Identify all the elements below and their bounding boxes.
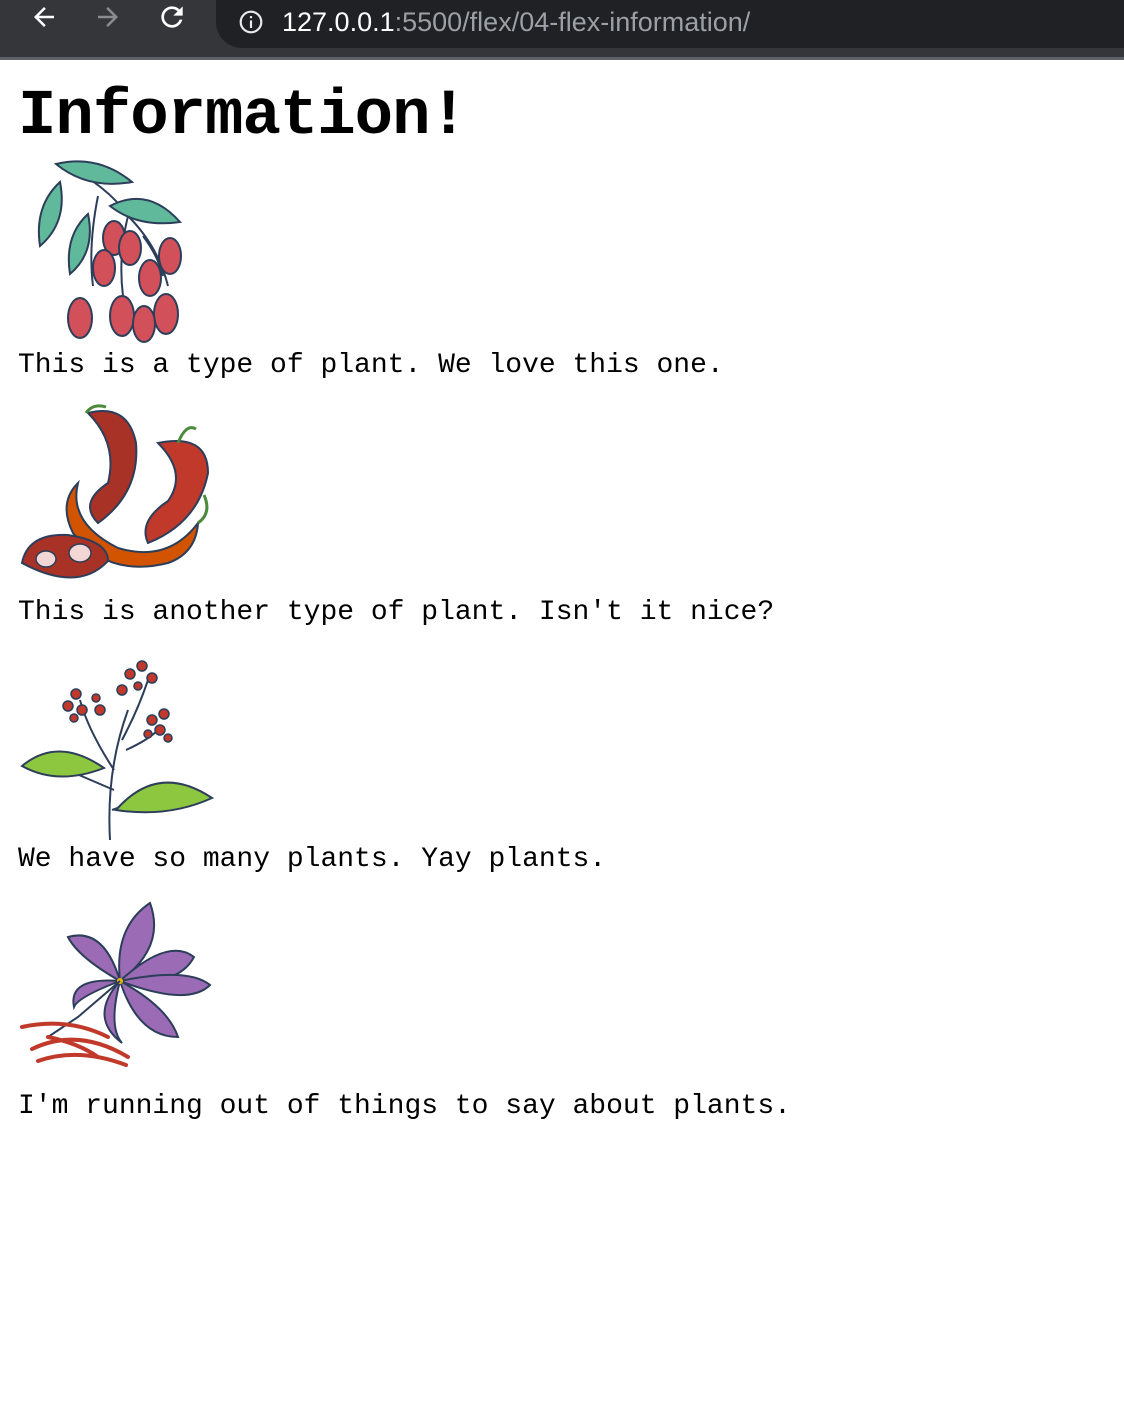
site-info-icon[interactable] [238,8,266,36]
plant-description: We have so many plants. Yay plants. [18,844,607,875]
plant-item: I'm running out of things to say about p… [18,897,1106,1144]
plant-description: This is another type of plant. Isn't it … [18,597,775,628]
back-button[interactable] [24,0,64,34]
page-title: Information! [18,81,468,153]
plant-item: This is a type of plant. We love this on… [18,156,1106,403]
chili-pepper-icon [20,404,210,579]
reload-icon [161,6,183,28]
page-content: Information! This is a type of plant. We… [0,60,1124,1144]
back-arrow-icon [34,7,54,27]
forward-button[interactable] [88,0,128,34]
address-bar[interactable]: 127.0.0.1:5500/flex/04-flex-information/ [216,0,1124,48]
browser-toolbar: 127.0.0.1:5500/flex/04-flex-information/ [0,0,1124,60]
url-text[interactable]: 127.0.0.1:5500/flex/04-flex-information/ [282,2,750,42]
url-path: :5500/flex/04-flex-information/ [394,7,751,37]
saffron-flower-icon [20,901,212,1067]
berry-sprig-icon [20,660,215,841]
goji-berry-branch-icon [37,160,182,343]
reload-button[interactable] [152,0,192,34]
plant-item: We have so many plants. Yay plants. [18,650,1106,897]
plant-description: This is a type of plant. We love this on… [18,350,724,381]
plant-description: I'm running out of things to say about p… [18,1091,791,1122]
plant-item: This is another type of plant. Isn't it … [18,403,1106,650]
forward-arrow-icon [98,7,118,27]
url-host: 127.0.0.1 [282,7,395,37]
